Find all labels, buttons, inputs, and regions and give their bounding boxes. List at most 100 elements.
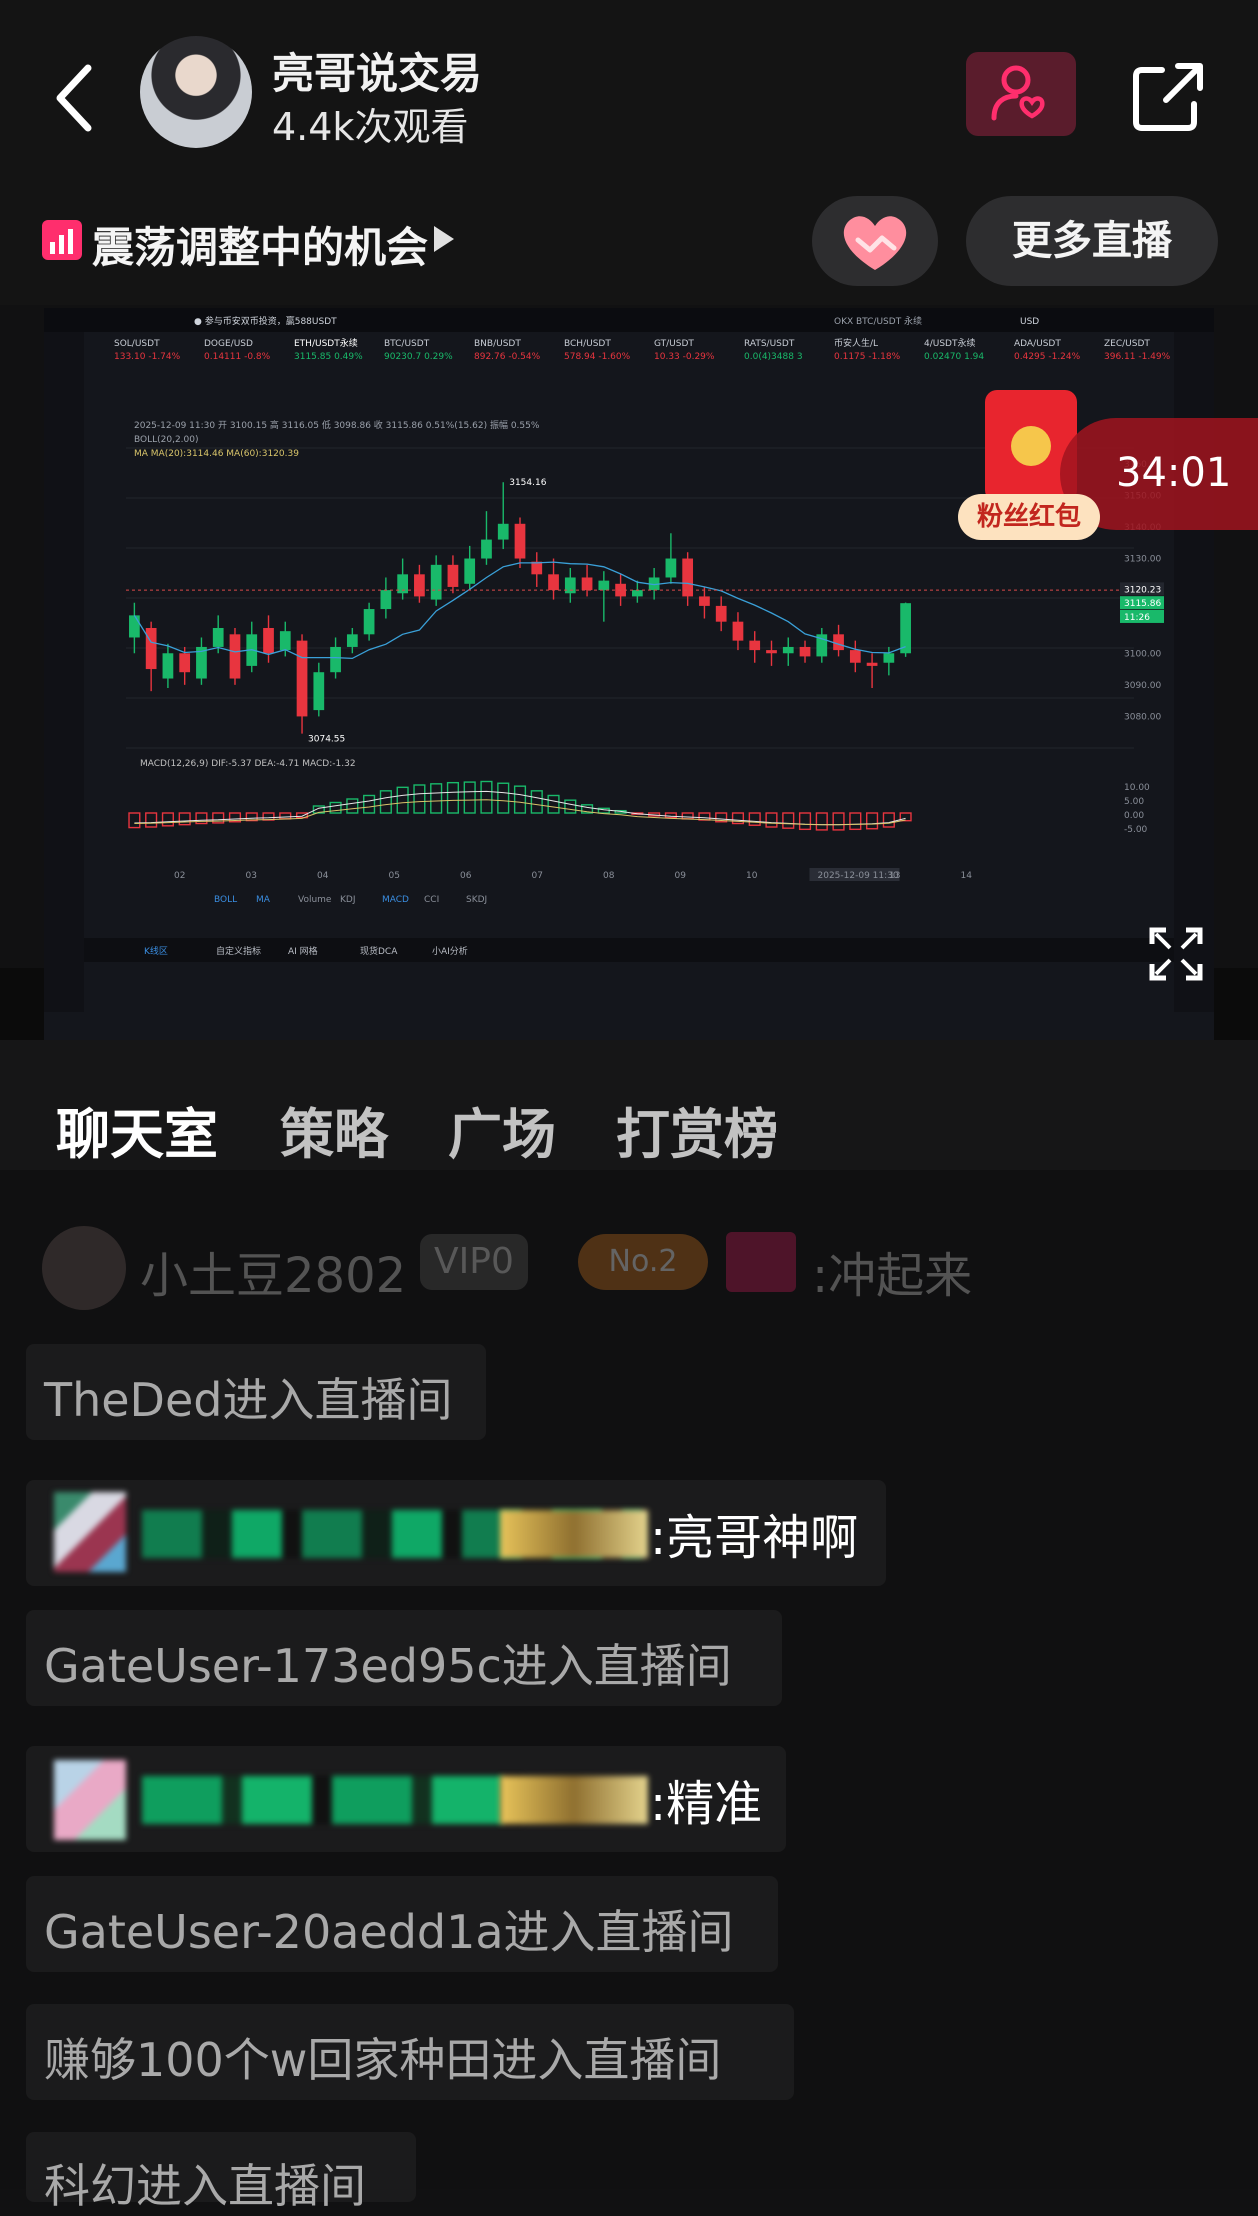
macd-axis-label: 5.00 — [1124, 797, 1144, 807]
candle-body — [631, 590, 643, 597]
x-axis-label: 02 — [174, 871, 185, 881]
candle-body — [598, 580, 610, 591]
ticker-price: 578.94 -1.60% — [564, 352, 631, 362]
candle-body — [682, 558, 694, 597]
candle-body — [514, 523, 526, 559]
indicator-tab: MA — [256, 895, 271, 905]
candle-body — [799, 646, 811, 657]
promo-banner: ● 参与币安双币投资，赢588USDT — [194, 315, 337, 327]
system-message: GateUser-20aedd1a进入直播间 — [44, 1905, 734, 1959]
ticker-price: 0.4295 -1.24% — [1014, 352, 1081, 362]
x-axis-label: 09 — [675, 871, 687, 881]
candle-body — [866, 662, 878, 666]
system-message: TheDed进入直播间 — [44, 1373, 453, 1427]
tab-square[interactable]: 广场 — [448, 1090, 556, 1169]
candle-body — [732, 621, 744, 641]
macd-readout: MACD(12,26,9) DIF:-5.37 DEA:-4.71 MACD:-… — [140, 759, 356, 769]
x-axis-label: 07 — [532, 871, 543, 881]
ticker-pair: BTC/USDT — [384, 339, 430, 349]
indicator-tab: BOLL — [214, 895, 237, 905]
ticker-pair: ZEC/USDT — [1104, 339, 1150, 349]
heart-button[interactable] — [812, 196, 938, 286]
price-axis-label: 11:26 — [1124, 613, 1150, 623]
more-live-button[interactable]: 更多直播 — [966, 196, 1218, 286]
chat-message-text: :亮哥神啊 — [650, 1510, 859, 1566]
footer-tab: K线区 — [144, 945, 168, 957]
fullscreen-button[interactable] — [1148, 926, 1204, 982]
price-axis-label: 3130.00 — [1124, 555, 1161, 565]
tab-chat[interactable]: 聊天室 — [56, 1090, 218, 1169]
red-packet-label[interactable]: 粉丝红包 — [958, 494, 1100, 540]
symbol-search: OKX BTC/USDT 永续 — [834, 315, 922, 327]
candle-body — [179, 653, 191, 673]
avatar — [42, 1226, 126, 1310]
candle-body — [313, 672, 325, 711]
candle-body — [296, 640, 308, 717]
candle-body — [464, 558, 476, 584]
candle-body — [900, 603, 911, 654]
candle-body — [715, 605, 727, 622]
candle-body — [833, 634, 844, 651]
candle-body — [330, 646, 341, 673]
candle-body — [363, 609, 375, 635]
user-badge — [500, 1510, 648, 1558]
candle-body — [782, 646, 794, 654]
candle-body — [162, 653, 174, 679]
candle-body — [481, 539, 492, 559]
candle-body — [380, 590, 392, 610]
x-axis-label: 14 — [961, 871, 973, 881]
ticker-price: 90230.7 0.29% — [384, 352, 453, 362]
ticker-price: 0.1175 -1.18% — [834, 352, 901, 362]
system-message: 赚够100个w回家种田进入直播间 — [44, 2033, 722, 2087]
heart-handshake-icon — [843, 216, 907, 270]
macd-axis-label: 0.00 — [1124, 811, 1144, 821]
candle-body — [699, 596, 710, 606]
candle-body — [430, 564, 442, 600]
price-axis-label: 3120.23 — [1124, 585, 1161, 595]
candle-body — [766, 650, 777, 654]
candle-body — [346, 634, 358, 647]
candle-body — [212, 628, 224, 647]
candle-body — [548, 574, 559, 591]
system-message: 科幻进入直播间 — [44, 2159, 366, 2213]
chevron-left-icon — [56, 64, 92, 132]
indicator-tab: CCI — [424, 895, 439, 905]
indicator-tab: Volume — [298, 895, 332, 905]
ohlc-readout: 2025-12-09 11:30 开 3100.15 高 3116.05 低 3… — [134, 419, 540, 431]
ticker-pair: RATS/USDT — [744, 339, 795, 349]
footer-tab: 小AI分析 — [432, 945, 468, 957]
candle-body — [263, 628, 274, 654]
stream-title[interactable]: 震荡调整中的机会 — [92, 214, 428, 275]
candle-body — [531, 561, 543, 575]
follow-button[interactable] — [966, 52, 1076, 136]
ticker-pair: SOL/USDT — [114, 339, 160, 349]
ticker-pair: ADA/USDT — [1014, 339, 1061, 349]
candle-body — [229, 634, 241, 679]
coin-icon — [1011, 426, 1051, 466]
boll-readout: BOLL(20,2.00) — [134, 435, 199, 445]
ticker-pair: ETH/USDT永续 — [294, 337, 358, 349]
ticker-price: 10.33 -0.29% — [654, 352, 715, 362]
user-heart-icon — [991, 65, 1045, 121]
x-axis-label: 10 — [746, 871, 758, 881]
candle-body — [129, 615, 140, 638]
system-message: GateUser-173ed95c进入直播间 — [44, 1639, 732, 1693]
candle-body — [447, 564, 459, 587]
play-arrow-icon[interactable] — [434, 226, 454, 252]
footer-tab: 现货DCA — [360, 945, 398, 957]
red-packet-timer: 34:01 — [1116, 450, 1232, 496]
ticker-price: 892.76 -0.54% — [474, 352, 541, 362]
back-button[interactable] — [52, 58, 102, 138]
x-axis-label: 2025-12-09 11:30 — [818, 871, 899, 881]
ticker-pair: 4/USDT永续 — [924, 337, 976, 349]
price-axis-label: 3080.00 — [1124, 712, 1161, 722]
tab-strategy[interactable]: 策略 — [280, 1090, 388, 1169]
ticker-price: 133.10 -1.74% — [114, 352, 181, 362]
tab-tips[interactable]: 打赏榜 — [616, 1090, 778, 1169]
share-button[interactable] — [1130, 56, 1210, 136]
ticker-pair: BCH/USDT — [564, 339, 611, 349]
footer-tab: AI 网格 — [288, 945, 318, 957]
host-name[interactable]: 亮哥说交易 — [272, 40, 482, 101]
share-icon — [1133, 63, 1203, 131]
host-avatar[interactable] — [140, 36, 252, 148]
